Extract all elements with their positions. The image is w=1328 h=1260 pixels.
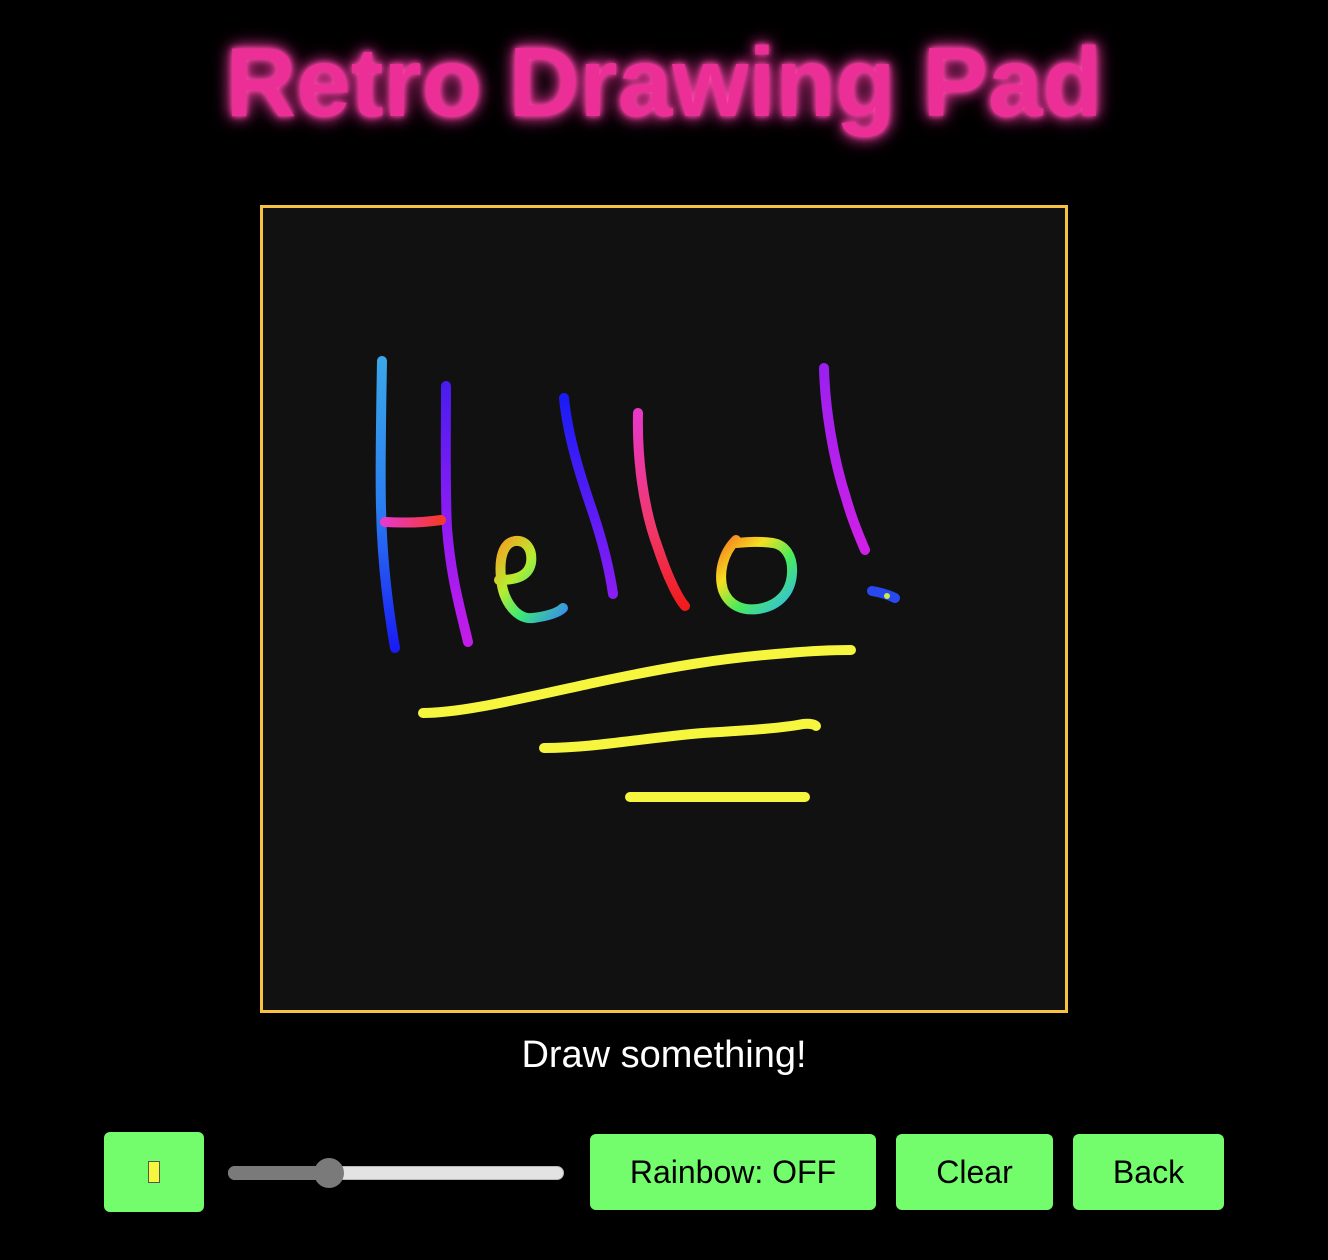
underline-1: [418, 645, 856, 718]
canvas-strokes: [375, 356, 900, 802]
stroke-h-right: [440, 381, 473, 647]
color-picker-button[interactable]: [104, 1132, 204, 1212]
drawing-app: Retro Drawing Pad Draw something! Rainbo…: [0, 0, 1328, 1260]
stroke-exclaim-dot: [867, 586, 900, 603]
exclaim-dot-highlight: [884, 593, 890, 599]
stroke-l-first: [559, 393, 618, 599]
back-button[interactable]: Back: [1073, 1134, 1224, 1210]
brush-size-slider[interactable]: [228, 1158, 566, 1188]
underline-2: [539, 718, 821, 753]
slider-thumb[interactable]: [314, 1158, 344, 1188]
page-title: Retro Drawing Pad: [225, 27, 1103, 137]
toolbar: Rainbow: OFF Clear Back: [0, 1132, 1328, 1212]
stroke-exclaim: [819, 363, 870, 555]
stroke-h-bar: [380, 515, 446, 528]
stroke-o: [716, 535, 798, 615]
canvas-caption: Draw something!: [521, 1034, 807, 1076]
drawing-canvas[interactable]: [260, 205, 1068, 1013]
stroke-h-left: [375, 356, 400, 653]
clear-button[interactable]: Clear: [896, 1134, 1053, 1210]
stroke-l-second: [632, 408, 690, 611]
stroke-e: [494, 535, 568, 624]
rainbow-toggle-button[interactable]: Rainbow: OFF: [590, 1134, 876, 1210]
color-swatch: [148, 1161, 160, 1183]
